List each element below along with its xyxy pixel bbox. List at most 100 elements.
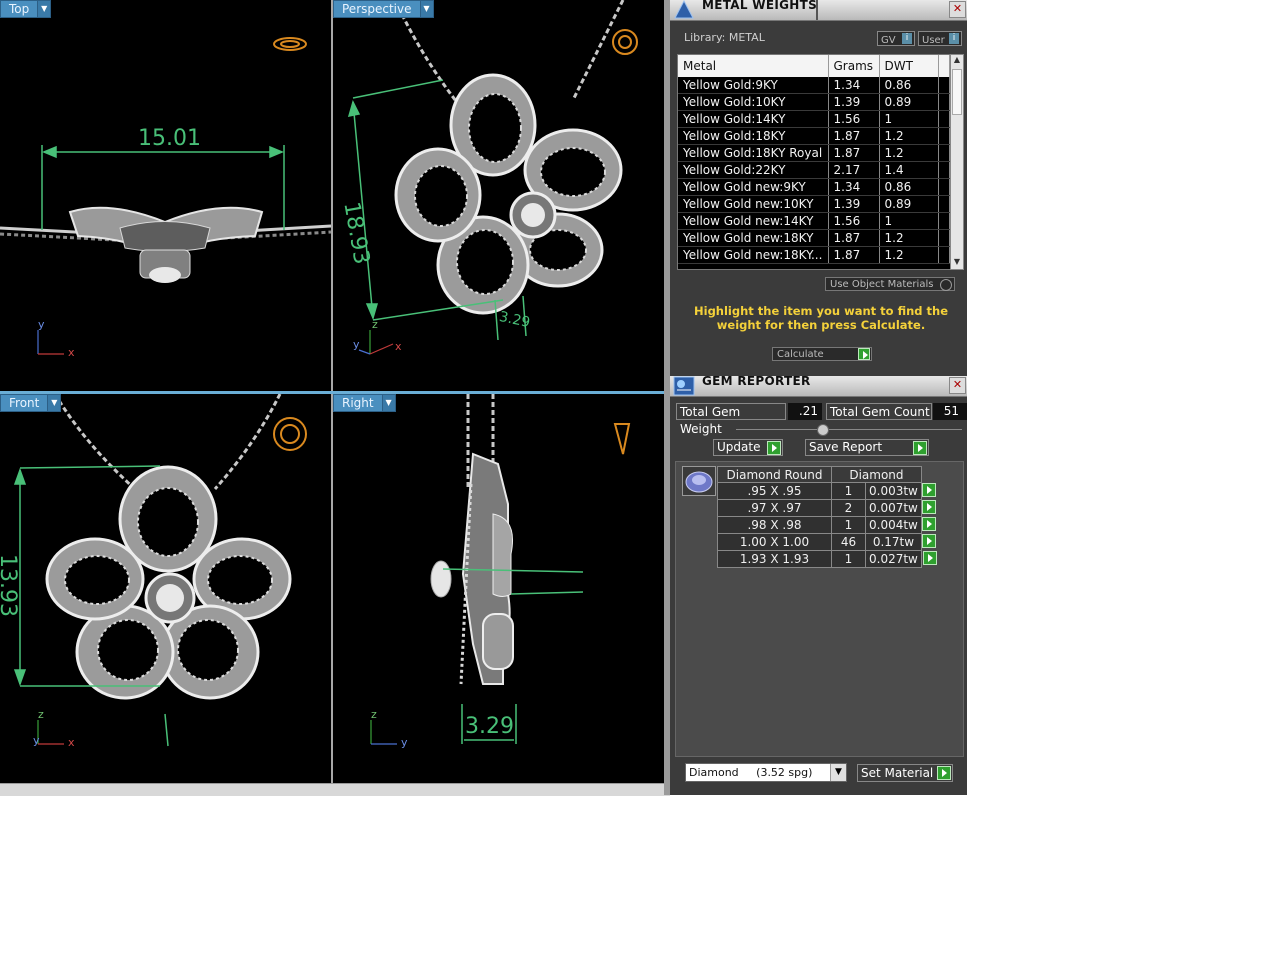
- top-view-render: [0, 37, 331, 355]
- metal-table-scrollbar[interactable]: ▲ ▼: [950, 54, 964, 270]
- metal-cell-grams: 1.34: [828, 77, 880, 94]
- set-material-button[interactable]: Set Material: [857, 764, 953, 782]
- viewport-tab-label: Top: [9, 2, 30, 16]
- metal-weights-title: METAL WEIGHTS: [702, 0, 818, 12]
- metal-cell-dwt: 0.89: [879, 93, 939, 111]
- chevron-down-icon[interactable]: ▼: [419, 1, 433, 17]
- viewport-front[interactable]: 13.93 z y x Front ▼: [0, 394, 331, 783]
- gem-header-shape: Diamond Round: [717, 466, 832, 483]
- update-button[interactable]: Update: [713, 439, 783, 456]
- col-header-spacer: [938, 55, 950, 77]
- scroll-up-icon[interactable]: ▲: [951, 55, 963, 67]
- metal-cell-spacer: [938, 144, 950, 162]
- col-header-dwt[interactable]: DWT: [879, 55, 939, 77]
- metal-cell-spacer: [938, 110, 950, 128]
- viewport-tab-top[interactable]: Top ▼: [0, 0, 52, 18]
- axis-label-x: x: [395, 340, 402, 353]
- gem-row[interactable]: 1.00 X 1.00 46 0.17tw: [717, 533, 938, 551]
- metal-cell-dwt: 1.2: [879, 229, 939, 247]
- gem-row[interactable]: .98 X .98 1 0.004tw: [717, 516, 938, 534]
- dimension-label: 3.29: [465, 714, 514, 739]
- metal-cell-metal: Yellow Gold:18KY: [678, 127, 829, 145]
- play-icon: [922, 482, 937, 497]
- viewport-top[interactable]: 15.01 y x Top ▼: [0, 0, 331, 391]
- use-object-materials-toggle[interactable]: Use Object Materials: [825, 277, 955, 291]
- metal-row[interactable]: Yellow Gold:18KY Royal 1.87 1.2: [678, 144, 950, 162]
- gem-cell-size: .95 X .95: [717, 482, 832, 500]
- close-icon[interactable]: ✕: [949, 1, 966, 18]
- gem-cell-tw: 0.004tw: [865, 516, 922, 534]
- scroll-down-icon[interactable]: ▼: [951, 257, 963, 269]
- viewport-divider-horizontal[interactable]: [0, 391, 664, 394]
- metal-row[interactable]: Yellow Gold new:18KY... 1.87 1.2: [678, 246, 950, 264]
- gem-reporter-header: GEM REPORTER ✕: [670, 374, 967, 397]
- bottom-scrollbar[interactable]: [0, 783, 670, 796]
- viewport-tab-front[interactable]: Front ▼: [0, 394, 62, 412]
- gem-cell-count: 1: [831, 550, 866, 568]
- metal-cell-spacer: [938, 93, 950, 111]
- panel-divider[interactable]: [664, 0, 670, 795]
- metal-row[interactable]: Yellow Gold:18KY 1.87 1.2: [678, 127, 950, 145]
- metal-row[interactable]: Yellow Gold:10KY 1.39 0.89: [678, 93, 950, 111]
- metal-cell-metal: Yellow Gold new:14KY: [678, 212, 829, 230]
- metal-table-body: Yellow Gold:9KY 1.34 0.86 Yellow Gold:10KY 1…: [678, 77, 950, 264]
- gem-row-select-button[interactable]: [921, 533, 937, 551]
- close-icon[interactable]: ✕: [949, 377, 966, 394]
- dimension-label: 13.93: [0, 554, 20, 617]
- viewport-tab-right[interactable]: Right ▼: [333, 394, 396, 412]
- gem-cell-tw: 0.003tw: [865, 482, 922, 500]
- gv-toggle[interactable]: GV i: [877, 31, 915, 46]
- scroll-thumb[interactable]: [952, 69, 962, 115]
- side-panel: METAL WEIGHTS ✕ Library: METAL GV i User…: [670, 0, 967, 795]
- user-toggle[interactable]: User i: [918, 31, 962, 46]
- gem-table: Diamond Round Diamond .95 X .95 1 0.003tw.…: [717, 466, 938, 568]
- metal-cell-grams: 1.39: [828, 195, 880, 213]
- col-header-grams[interactable]: Grams: [828, 55, 880, 77]
- metal-row[interactable]: Yellow Gold new:14KY 1.56 1: [678, 212, 950, 230]
- chevron-down-icon[interactable]: ▼: [47, 395, 61, 411]
- gem-row-select-button[interactable]: [921, 550, 937, 568]
- metal-row[interactable]: Yellow Gold new:9KY 1.34 0.86: [678, 178, 950, 196]
- play-icon: [913, 441, 927, 455]
- metal-row[interactable]: Yellow Gold new:10KY 1.39 0.89: [678, 195, 950, 213]
- material-select[interactable]: Diamond (3.52 spg) ▼: [685, 763, 847, 782]
- gem-cell-tw: 0.007tw: [865, 499, 922, 517]
- calculate-button[interactable]: Calculate: [772, 347, 872, 361]
- metal-cell-grams: 1.34: [828, 178, 880, 196]
- col-header-metal[interactable]: Metal: [678, 55, 829, 77]
- set-material-label: Set Material: [861, 766, 934, 780]
- viewport-right[interactable]: 3.29 z y Right ▼: [333, 394, 664, 783]
- metal-cell-spacer: [938, 127, 950, 145]
- metal-row[interactable]: Yellow Gold new:18KY 1.87 1.2: [678, 229, 950, 247]
- gem-reporter-title: GEM REPORTER: [702, 374, 811, 388]
- info-icon: i: [902, 33, 912, 44]
- metal-cell-spacer: [938, 246, 950, 264]
- metal-weights-icon: [674, 0, 694, 19]
- metal-row[interactable]: Yellow Gold:22KY 2.17 1.4: [678, 161, 950, 179]
- metal-cell-dwt: 1.4: [879, 161, 939, 179]
- metal-cell-dwt: 1: [879, 110, 939, 128]
- divider-handle-icon[interactable]: [817, 424, 829, 436]
- gem-row[interactable]: .97 X .97 2 0.007tw: [717, 499, 938, 517]
- chevron-down-icon[interactable]: ▼: [830, 764, 846, 781]
- chevron-down-icon[interactable]: ▼: [381, 395, 395, 411]
- divider-line: [736, 429, 962, 430]
- viewport-tab-perspective[interactable]: Perspective ▼: [333, 0, 434, 18]
- chevron-down-icon[interactable]: ▼: [37, 1, 51, 17]
- metal-cell-metal: Yellow Gold:18KY Royal: [678, 144, 829, 162]
- metal-row[interactable]: Yellow Gold:9KY 1.34 0.86: [678, 77, 950, 94]
- metal-row[interactable]: Yellow Gold:14KY 1.56 1: [678, 110, 950, 128]
- gem-row-select-button[interactable]: [921, 516, 937, 534]
- gem-row[interactable]: .95 X .95 1 0.003tw: [717, 482, 938, 500]
- viewport-perspective[interactable]: 18.93 3.29 z y x Perspective ▼: [333, 0, 664, 391]
- use-object-materials-label: Use Object Materials: [830, 279, 934, 290]
- gem-header-spacer: [921, 467, 937, 483]
- gem-row[interactable]: 1.93 X 1.93 1 0.027tw: [717, 550, 938, 568]
- gem-row-select-button[interactable]: [921, 482, 937, 500]
- gem-row-select-button[interactable]: [921, 499, 937, 517]
- metal-table-container: Metal Grams DWT Yellow Gold:9KY 1.34 0.86 Y…: [677, 54, 957, 270]
- metal-cell-metal: Yellow Gold:14KY: [678, 110, 829, 128]
- save-report-button[interactable]: Save Report: [805, 439, 929, 456]
- axis-label-x: x: [68, 346, 75, 359]
- metal-cell-metal: Yellow Gold:9KY: [678, 77, 829, 94]
